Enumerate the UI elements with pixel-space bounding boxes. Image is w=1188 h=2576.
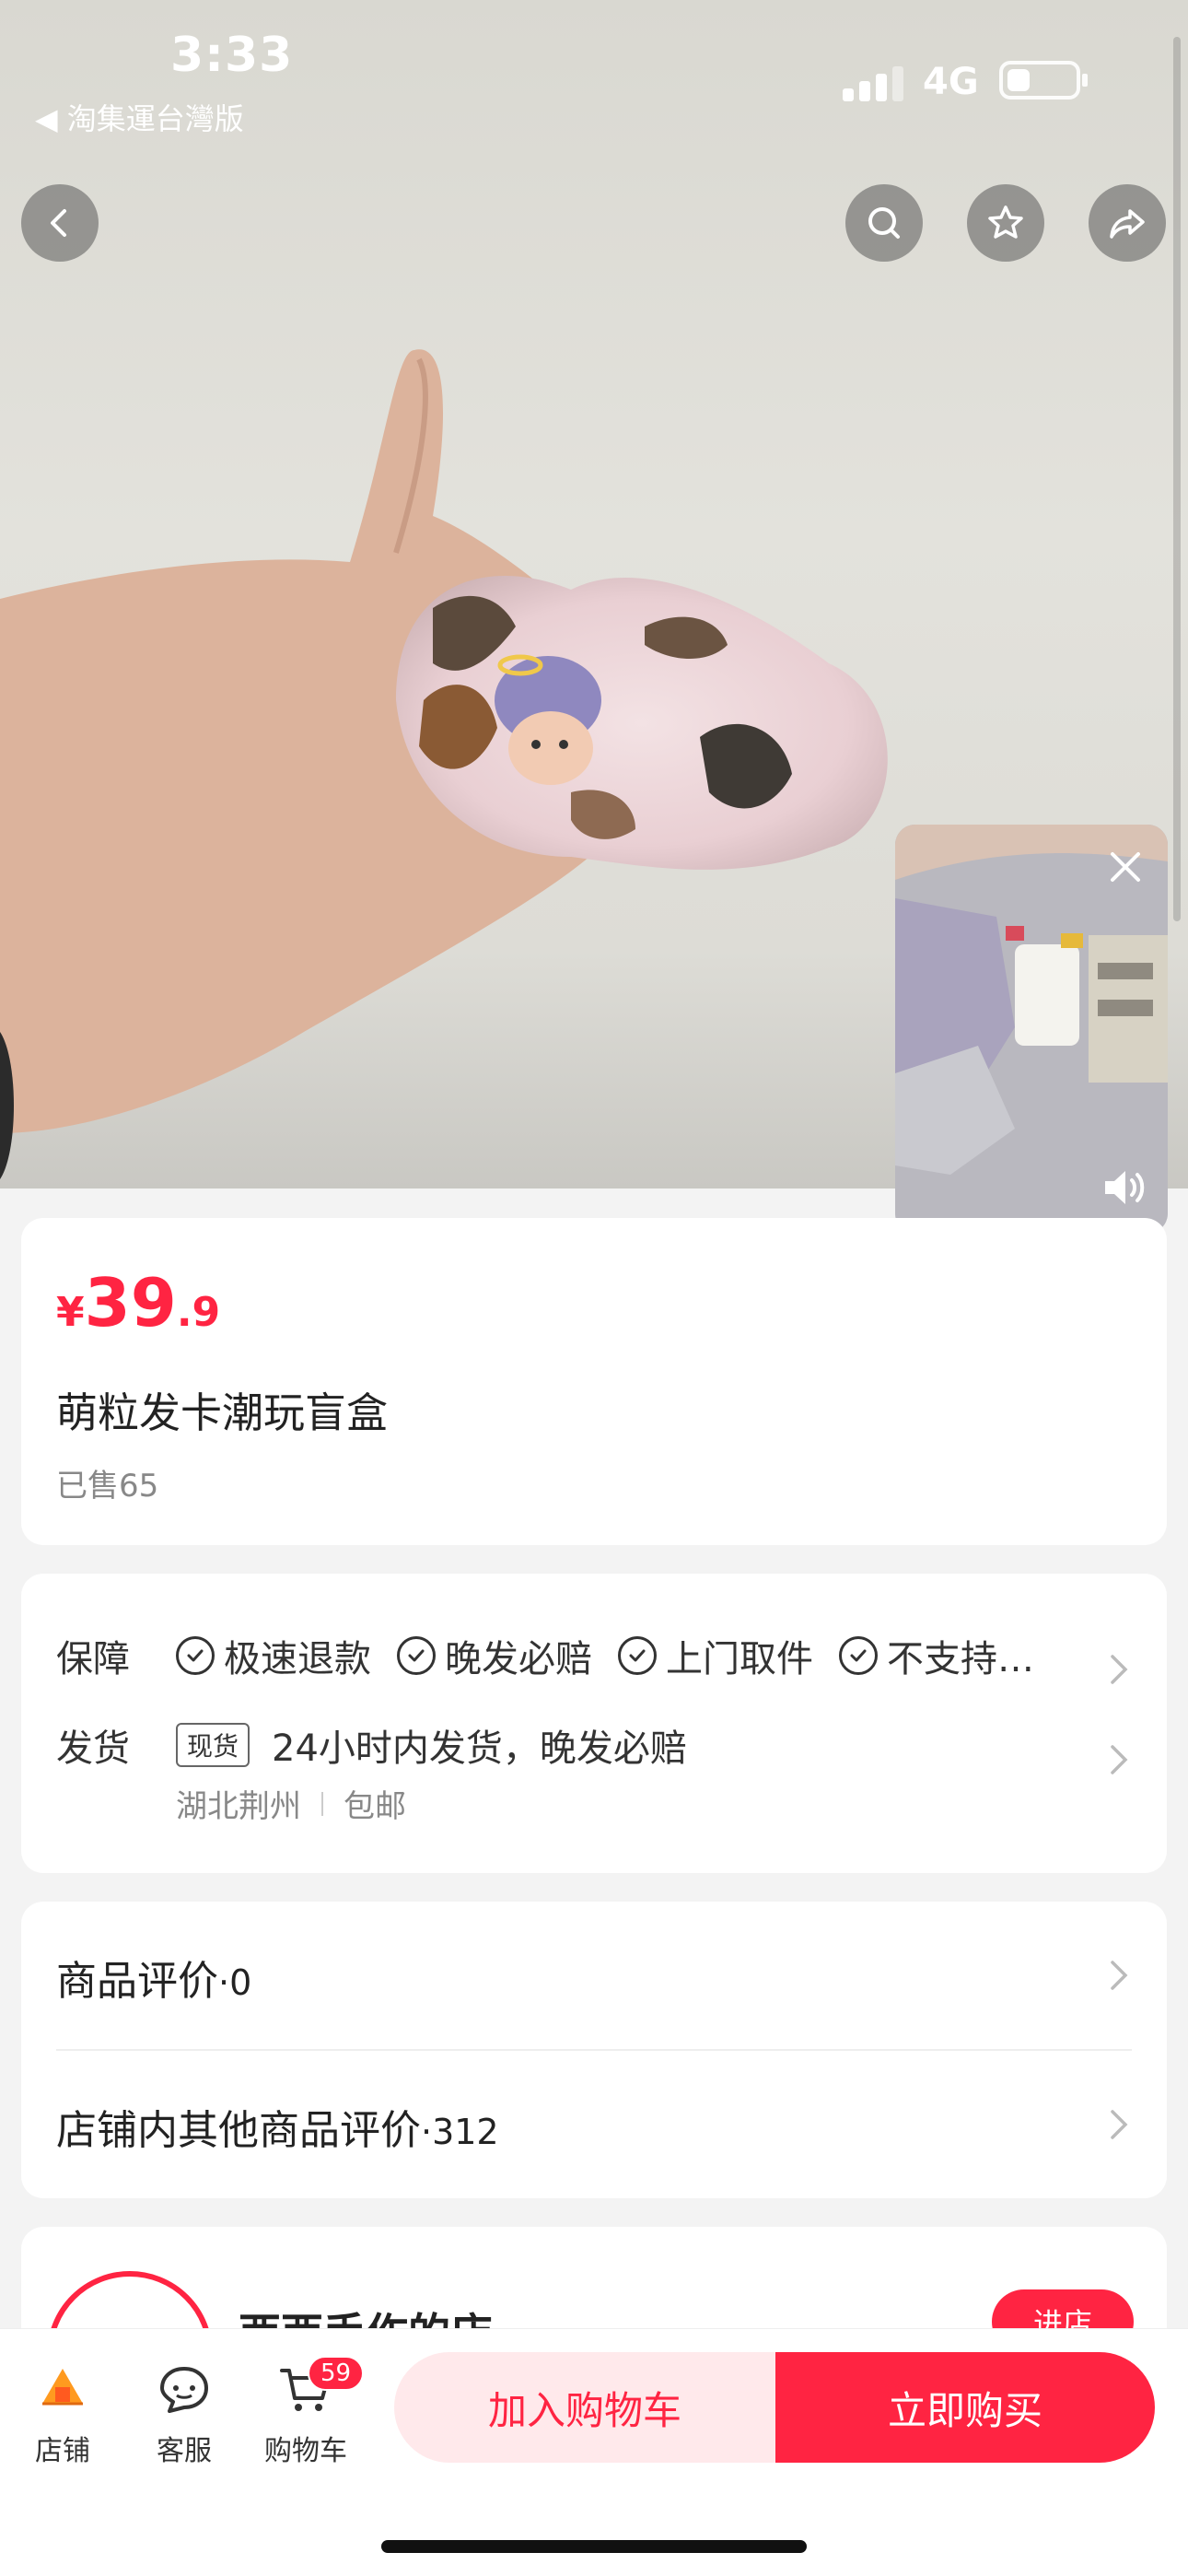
service-card: 保障 极速退款 晚发必赔 上门取件 不支持… 发货 现货 24小时内发货，晚发必…: [21, 1574, 1167, 1873]
in-stock-tag: 现货: [176, 1723, 250, 1767]
floating-video-window[interactable]: [895, 825, 1168, 1234]
guarantee-text: 上门取件: [666, 1638, 813, 1680]
price-integer: 39: [84, 1264, 177, 1341]
product-title: 萌粒发卡潮玩盲盒: [56, 1388, 389, 1437]
guarantee-item: 极速退款: [176, 1629, 371, 1682]
guarantee-text: 晚发必赔: [445, 1638, 592, 1680]
back-button[interactable]: [21, 184, 99, 262]
cart-badge: 59: [308, 2356, 365, 2391]
bottom-action-bar: 店铺 客服 购物车 59 加入购物车 立即购买: [0, 2328, 1188, 2576]
chevron-right-icon: [1111, 2110, 1128, 2139]
guarantee-text: 极速退款: [224, 1638, 371, 1680]
favorite-button[interactable]: [967, 184, 1044, 262]
shop-reviews-link: 店铺内其他商品评价·312: [56, 2097, 499, 2156]
ship-origin: 湖北荆州: [176, 1788, 301, 1825]
check-icon: [397, 1636, 436, 1675]
share-icon: [1110, 209, 1145, 239]
shop-reviews-label: 店铺内其他商品评价: [56, 2107, 421, 2154]
shop-icon: [42, 2369, 83, 2406]
sold-count: 已售65: [56, 1468, 159, 1505]
battery-icon: [999, 61, 1088, 100]
shipping-details: 湖北荆州 包邮: [176, 1781, 406, 1826]
customer-service-label: 客服: [157, 2435, 212, 2467]
shipping-promise: 24小时内发货，晚发必赔: [272, 1727, 687, 1770]
price-currency: ¥: [56, 1289, 85, 1336]
check-icon: [618, 1636, 657, 1675]
product-reviews-label: 商品评价: [56, 1958, 218, 2005]
shipping-label: 发货: [56, 1727, 130, 1770]
customer-service-tab[interactable]: 客服: [129, 2361, 239, 2468]
product-reviews-count: ·0: [218, 1962, 252, 2003]
shop-tab[interactable]: 店铺: [7, 2361, 118, 2468]
back-to-app-link[interactable]: ◀ 淘集運台灣版: [35, 96, 244, 138]
status-bar: 3:33 ◀ 淘集運台灣版 4G: [0, 0, 1188, 138]
star-icon: [988, 205, 1023, 239]
shop-reviews-count: ·312: [421, 2112, 499, 2152]
sound-icon[interactable]: [1098, 1162, 1149, 1213]
cart-label: 购物车: [264, 2435, 347, 2467]
network-type: 4G: [923, 61, 979, 103]
back-icon: [51, 209, 66, 237]
check-icon: [176, 1636, 215, 1675]
guarantee-label: 保障: [56, 1638, 130, 1680]
search-icon: [868, 207, 900, 239]
close-video-button[interactable]: [1100, 841, 1151, 893]
price-decimal: .9: [176, 1289, 221, 1336]
signal-icon: [843, 64, 907, 101]
check-icon: [839, 1636, 878, 1675]
home-indicator[interactable]: [381, 2540, 807, 2553]
scrollbar[interactable]: [1173, 37, 1181, 921]
price-card: ¥39.9 萌粒发卡潮玩盲盒 已售65: [21, 1218, 1167, 1545]
guarantee-text: 不支持…: [887, 1638, 1034, 1680]
chat-icon: [160, 2367, 208, 2413]
guarantee-item: 晚发必赔: [397, 1629, 592, 1682]
guarantee-item: 不支持…: [839, 1629, 1034, 1682]
buy-now-button[interactable]: 立即购买: [775, 2352, 1155, 2463]
guarantee-item: 上门取件: [618, 1629, 813, 1682]
chevron-right-icon: [1111, 1961, 1128, 1990]
chevron-right-icon: [1111, 1745, 1128, 1774]
add-to-cart-button[interactable]: 加入购物车: [394, 2352, 775, 2463]
chevron-right-icon: [1111, 1655, 1128, 1684]
price: ¥39.9: [56, 1264, 220, 1341]
shop-tab-label: 店铺: [35, 2435, 90, 2467]
reviews-card: 商品评价·0 店铺内其他商品评价·312: [21, 1902, 1167, 2198]
share-button[interactable]: [1089, 184, 1166, 262]
divider: [321, 1791, 323, 1816]
search-button[interactable]: [845, 184, 923, 262]
clock: 3:33: [170, 28, 294, 83]
guarantee-list: 极速退款 晚发必赔 上门取件 不支持…: [176, 1629, 1034, 1682]
close-icon: [1111, 852, 1140, 882]
postage-info: 包邮: [344, 1788, 406, 1825]
cart-tab[interactable]: 购物车 59: [250, 2356, 365, 2468]
product-reviews-link: 商品评价·0: [56, 1948, 251, 2007]
divider: [56, 2049, 1132, 2051]
